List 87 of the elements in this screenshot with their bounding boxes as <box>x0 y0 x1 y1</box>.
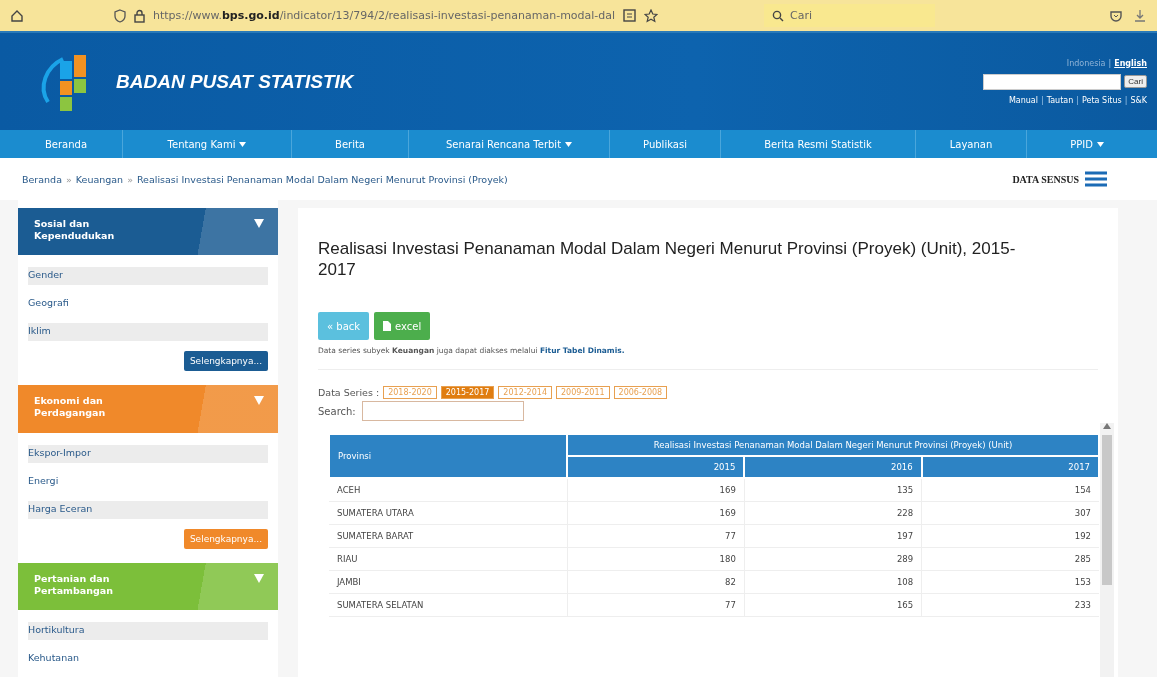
column-header[interactable]: Provinsi <box>329 434 567 478</box>
more-button[interactable]: Selengkapnya... <box>183 528 268 549</box>
category-item[interactable]: Iklim <box>28 323 268 342</box>
category-item[interactable]: Harga Eceran <box>28 500 268 519</box>
more-button[interactable]: Selengkapnya... <box>183 351 268 372</box>
header-link[interactable]: Tautan <box>1046 95 1074 105</box>
site-name: BADAN PUSAT STATISTIK <box>116 70 354 93</box>
url-field[interactable]: https://www.bps.go.id/indicator/13/794/2/realisasi-investasi-penanaman-modal-dal <box>153 9 616 22</box>
category-header[interactable]: Sosial dan Kependudukan <box>18 208 278 256</box>
breadcrumb-link[interactable]: Beranda <box>22 173 62 185</box>
caret-icon <box>565 141 573 147</box>
language-link[interactable]: English <box>1114 58 1147 68</box>
separator: | <box>1076 95 1079 105</box>
table-cell: 180 <box>567 547 745 571</box>
triangle-icon <box>254 395 264 406</box>
table-cell: ACEH <box>329 478 567 502</box>
header-link[interactable]: S&K <box>1130 95 1147 105</box>
column-header[interactable]: 2016 <box>744 456 922 478</box>
search-field[interactable] <box>361 401 524 421</box>
table-cell: 82 <box>567 570 745 594</box>
header-link[interactable]: Manual <box>1008 95 1038 105</box>
excel-button[interactable]: excel <box>374 312 431 340</box>
table-cell: 228 <box>744 501 922 525</box>
search-field[interactable] <box>983 73 1122 90</box>
breadcrumb-separator: » <box>127 173 133 185</box>
home-icon[interactable] <box>10 8 24 23</box>
caret-icon <box>239 141 247 147</box>
breadcrumb-separator: » <box>65 173 72 185</box>
scrollbar[interactable] <box>1100 423 1114 677</box>
table-cell: 285 <box>921 547 1099 571</box>
page-title: Realisasi Investasi Penanaman Modal Dalam Negeri Menurut Provinsi (Proyek) (Unit), 2015-2017 <box>318 238 1017 280</box>
table-cell: 153 <box>921 570 1099 594</box>
breadcrumb-link[interactable]: Keuangan <box>75 173 124 185</box>
separator: | <box>1108 58 1112 68</box>
separator: | <box>1040 95 1044 105</box>
search-label: Search: <box>318 405 356 417</box>
table-cell: 197 <box>744 524 922 548</box>
table-cell: 77 <box>567 524 745 548</box>
table-cell: 165 <box>744 593 922 617</box>
table-cell: 192 <box>921 524 1099 548</box>
star-icon[interactable] <box>644 8 659 23</box>
header-link[interactable]: Peta Situs <box>1082 95 1122 105</box>
triangle-icon <box>254 218 264 228</box>
table-cell: 154 <box>921 478 1099 502</box>
category-item[interactable]: Kehutanan <box>28 650 268 668</box>
download-icon[interactable] <box>1133 8 1147 23</box>
reader-icon[interactable] <box>623 9 637 22</box>
category-item[interactable]: Geografi <box>28 295 268 314</box>
category-item[interactable]: Energi <box>28 472 268 491</box>
lock-icon <box>134 8 145 23</box>
search-field[interactable]: Cari <box>764 4 935 27</box>
table-cell: 289 <box>744 547 922 571</box>
column-header[interactable]: 2015 <box>567 456 745 478</box>
separator: | <box>1124 95 1128 105</box>
category-item[interactable]: Ekspor-Impor <box>28 444 268 463</box>
series-button[interactable]: 2015-2017 <box>440 386 495 399</box>
breadcrumb-link[interactable]: Realisasi Investasi Penanaman Modal Dalam Negeri Menurut Provinsi (Proyek) <box>136 173 508 185</box>
table-cell: 169 <box>567 478 745 502</box>
nav-item[interactable]: PPID <box>1027 130 1147 158</box>
scroll-up-icon[interactable] <box>1103 423 1111 429</box>
file-icon <box>383 321 392 331</box>
search-icon <box>772 9 784 22</box>
table-cell: 135 <box>744 478 922 502</box>
category-item[interactable]: Gender <box>28 267 268 286</box>
column-header[interactable]: 2017 <box>921 456 1099 478</box>
table-cell: 169 <box>567 501 745 525</box>
search-button[interactable]: Cari <box>1124 75 1147 88</box>
table-cell: SUMATERA BARAT <box>329 524 567 548</box>
pocket-icon[interactable] <box>1109 8 1123 23</box>
series-label: Data Series : <box>318 387 380 398</box>
category-item[interactable]: Hortikultura <box>28 622 268 640</box>
table-cell: 307 <box>921 501 1099 525</box>
category-header[interactable]: Ekonomi dan Perdagangan <box>18 385 278 433</box>
table-cell: 108 <box>744 570 922 594</box>
column-header: Realisasi Investasi Penanaman Modal Dalam Negeri Menurut Provinsi (Proyek) (Unit) <box>567 434 1099 456</box>
table-cell: JAMBI <box>329 570 567 594</box>
table-cell: SUMATERA UTARA <box>329 501 567 525</box>
table-cell: 77 <box>567 593 745 617</box>
table-cell: SUMATERA SELATAN <box>329 593 567 617</box>
triangle-icon <box>254 572 264 583</box>
shield-icon[interactable] <box>114 8 126 23</box>
menu-icon[interactable] <box>1085 171 1107 187</box>
table-cell: 233 <box>921 593 1099 617</box>
caret-icon <box>1096 141 1104 147</box>
table-cell: RIAU <box>329 547 567 571</box>
data-sensus-label[interactable]: DATA SENSUS <box>1012 173 1079 185</box>
language-link[interactable]: Indonesia <box>1066 58 1106 68</box>
